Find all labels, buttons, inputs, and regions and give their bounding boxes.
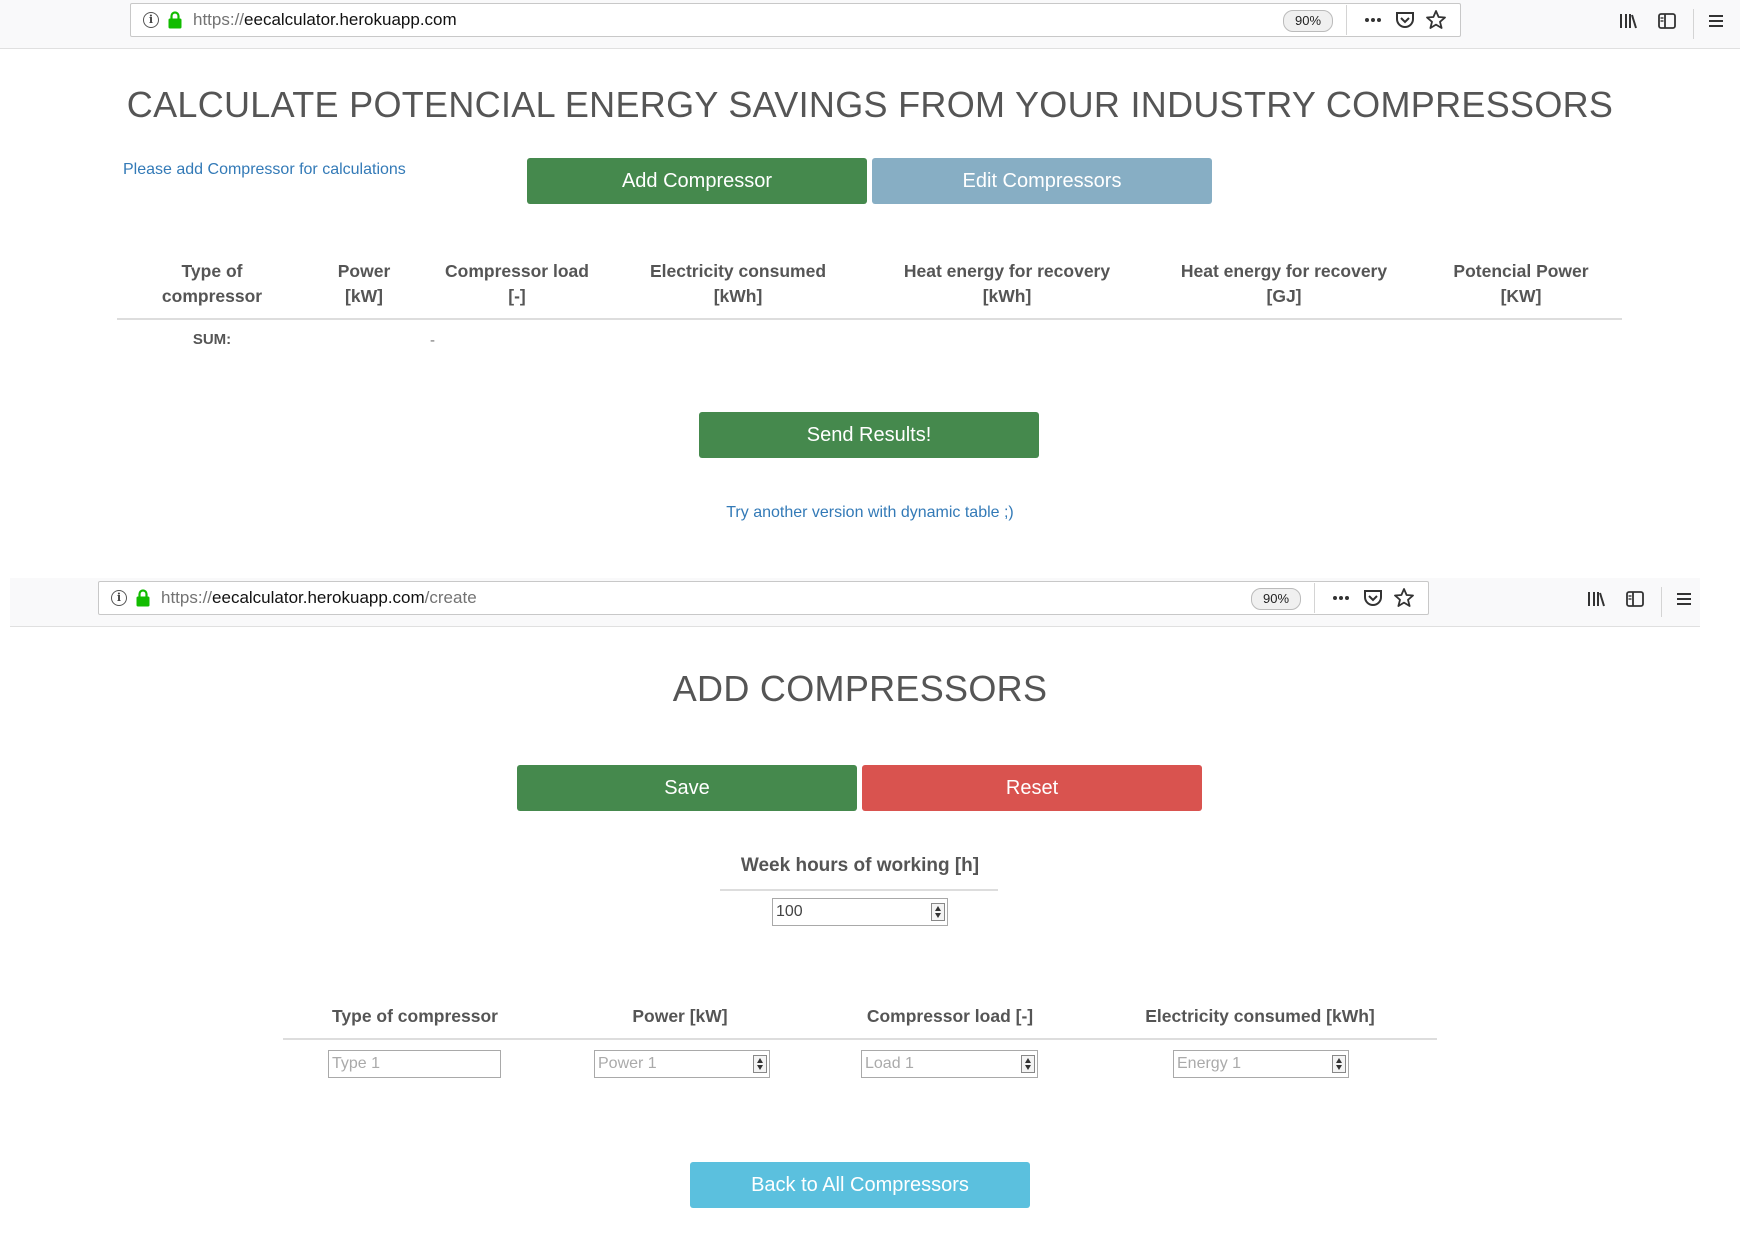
back-to-all-compressors-button[interactable]: Back to All Compressors [690, 1162, 1030, 1208]
url-scheme: https:// [161, 588, 213, 607]
header-line: Heat energy for recovery [1180, 261, 1388, 281]
week-hours-input[interactable]: 100 [772, 898, 948, 926]
toolbar-separator [1661, 587, 1662, 617]
pocket-icon[interactable] [1394, 9, 1416, 31]
bookmark-star-icon[interactable] [1425, 9, 1447, 31]
header-line: [kWh] [713, 286, 763, 306]
week-hours-divider [720, 889, 998, 891]
lock-icon [168, 11, 182, 29]
energy-placeholder: Energy 1 [1177, 1055, 1242, 1072]
save-button[interactable]: Save [517, 765, 857, 811]
energy-input[interactable]: Energy 1 [1173, 1050, 1349, 1078]
power-input[interactable]: Power 1 [594, 1050, 770, 1078]
toolbar-separator [1693, 9, 1694, 39]
header-line: Electricity consumed [649, 261, 827, 281]
url-text-1: https://eecalculator.herokuapp.com [193, 10, 457, 30]
url-path: /create [424, 588, 477, 607]
pocket-icon[interactable] [1362, 587, 1384, 609]
header-line: Compressor load [445, 261, 589, 281]
hamburger-menu-icon[interactable] [1673, 588, 1695, 610]
zoom-badge[interactable]: 90% [1283, 10, 1333, 32]
header-line: Type of [181, 261, 243, 281]
column-header-heat-gj: Heat energy for recovery [GJ] [1154, 259, 1414, 309]
browser-toolbar-2: i https://eecalculator.herokuapp.com/cre… [10, 578, 1700, 627]
url-text-2: https://eecalculator.herokuapp.com/creat… [161, 588, 477, 608]
column-header-electricity: Electricity consumed [kWh] [1145, 1006, 1375, 1026]
header-line: [GJ] [1266, 286, 1302, 306]
type-input[interactable]: Type 1 [328, 1050, 501, 1078]
column-header-potencial-power: Potencial Power [KW] [1421, 259, 1621, 309]
column-header-load: Compressor load [-] [417, 259, 617, 309]
header-line: [kW] [345, 286, 383, 306]
add-compressor-button[interactable]: Add Compressor [527, 158, 867, 204]
url-host: eecalculator.herokuapp.com [212, 588, 425, 607]
column-header-load: Compressor load [-] [866, 1006, 1034, 1026]
compressor-table-divider [283, 1038, 1437, 1040]
lock-icon [136, 589, 150, 607]
number-spinner-icon[interactable] [1332, 1055, 1346, 1073]
send-results-button[interactable]: Send Results! [699, 412, 1039, 458]
sum-label: SUM: [192, 331, 232, 348]
load-input[interactable]: Load 1 [861, 1050, 1038, 1078]
header-line: [-] [508, 286, 526, 306]
url-scheme: https:// [193, 10, 245, 29]
week-hours-value: 100 [776, 903, 803, 920]
column-header-type: Type of compressor [112, 259, 312, 309]
number-spinner-icon[interactable] [1021, 1055, 1035, 1073]
table-header-divider [117, 318, 1622, 320]
number-spinner-icon[interactable] [753, 1055, 767, 1073]
page-title-add-compressors: ADD COMPRESSORS [672, 668, 1048, 709]
zoom-badge[interactable]: 90% [1251, 588, 1301, 610]
header-line: [KW] [1500, 286, 1542, 306]
week-hours-label: Week hours of working [h] [740, 855, 980, 876]
sidebar-icon[interactable] [1656, 10, 1678, 32]
page-title: CALCULATE POTENCIAL ENERGY SAVINGS FROM … [126, 84, 1614, 125]
info-icon[interactable]: i [143, 12, 159, 28]
header-line: Potencial Power [1453, 261, 1589, 281]
info-icon[interactable]: i [111, 590, 127, 606]
address-bar-2[interactable]: i https://eecalculator.herokuapp.com/cre… [98, 581, 1429, 615]
load-placeholder: Load 1 [865, 1055, 914, 1072]
header-line: Power [337, 261, 391, 281]
power-placeholder: Power 1 [598, 1055, 657, 1072]
edit-compressors-button[interactable]: Edit Compressors [872, 158, 1212, 204]
page-actions-icon[interactable] [1362, 9, 1384, 31]
column-header-electricity: Electricity consumed [kWh] [628, 259, 848, 309]
reset-button[interactable]: Reset [862, 765, 1202, 811]
column-header-power: Power [kW] [314, 259, 414, 309]
library-icon[interactable] [1617, 10, 1639, 32]
browser-toolbar-1: i https://eecalculator.herokuapp.com 90% [0, 0, 1740, 49]
library-icon[interactable] [1585, 588, 1607, 610]
dynamic-table-link[interactable]: Try another version with dynamic table ;… [570, 504, 1170, 522]
sidebar-icon[interactable] [1624, 588, 1646, 610]
column-header-heat-kwh: Heat energy for recovery [kWh] [877, 259, 1137, 309]
toolbar-separator [1314, 583, 1315, 613]
header-line: [kWh] [982, 286, 1032, 306]
toolbar-separator [1346, 5, 1347, 35]
header-line: Heat energy for recovery [903, 261, 1111, 281]
sum-load-value: - [430, 332, 435, 349]
column-header-type: Type of compressor [332, 1006, 498, 1026]
hamburger-menu-icon[interactable] [1705, 10, 1727, 32]
url-host: eecalculator.herokuapp.com [244, 10, 457, 29]
add-compressor-hint-link[interactable]: Please add Compressor for calculations [123, 161, 406, 179]
number-spinner-icon[interactable] [931, 903, 945, 921]
bookmark-star-icon[interactable] [1393, 587, 1415, 609]
page-actions-icon[interactable] [1330, 587, 1352, 609]
column-header-power: Power [kW] [632, 1006, 728, 1026]
header-line: compressor [161, 286, 263, 306]
type-placeholder: Type 1 [332, 1055, 381, 1072]
address-bar-1[interactable]: i https://eecalculator.herokuapp.com 90% [130, 3, 1461, 37]
